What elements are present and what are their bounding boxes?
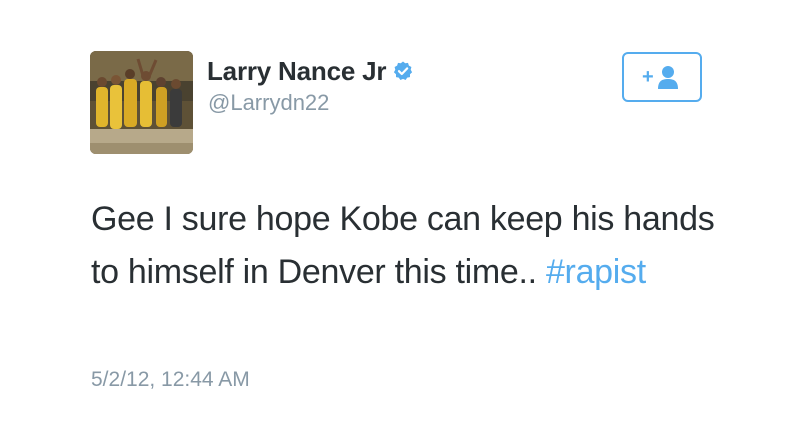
verified-badge-icon xyxy=(392,60,414,82)
tweet-text: Gee I sure hope Kobe can keep his hands … xyxy=(91,193,731,299)
author-name-row: Larry Nance Jr xyxy=(207,54,414,88)
author-display-name[interactable]: Larry Nance Jr xyxy=(207,56,387,87)
follow-person-icon: + xyxy=(642,66,678,89)
tweet-timestamp[interactable]: 5/2/12, 12:44 AM xyxy=(91,368,250,392)
avatar[interactable] xyxy=(90,51,193,154)
author-handle[interactable]: @Larrydn22 xyxy=(208,90,329,116)
svg-text:+: + xyxy=(642,66,654,88)
follow-button[interactable]: + xyxy=(622,52,702,102)
hashtag-link[interactable]: #rapist xyxy=(546,253,646,291)
avatar-image xyxy=(90,51,193,154)
tweet-screenshot: Larry Nance Jr @Larrydn22 + Gee I sure h… xyxy=(0,0,790,446)
